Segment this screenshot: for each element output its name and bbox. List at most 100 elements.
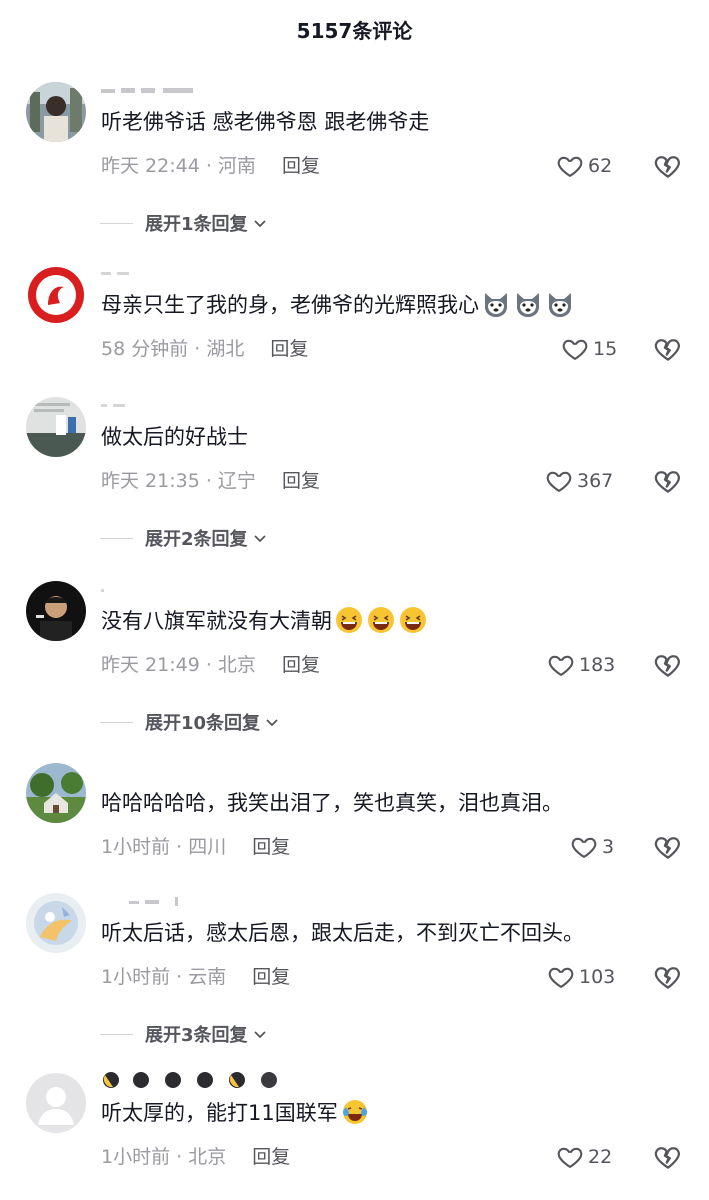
username-blurred[interactable] bbox=[101, 84, 231, 98]
avatar[interactable] bbox=[26, 1073, 86, 1133]
expand-label: 展开1条回复 bbox=[145, 214, 248, 235]
comment-text: 听太厚的，能打11国联军 bbox=[101, 1097, 681, 1129]
comment-text: 母亲只生了我的身，老佛爷的光辉照我心 bbox=[101, 289, 681, 321]
username-blurred[interactable] bbox=[101, 267, 161, 281]
broken-heart-icon[interactable] bbox=[653, 334, 683, 364]
comment-location: 四川 bbox=[188, 836, 227, 858]
reply-button[interactable]: 回复 bbox=[282, 654, 320, 676]
like-count: 367 bbox=[577, 470, 614, 492]
avatar[interactable] bbox=[26, 893, 86, 953]
avatar[interactable] bbox=[26, 265, 86, 325]
broken-heart-icon[interactable] bbox=[653, 151, 683, 181]
comment-time: 1小时前 bbox=[101, 966, 171, 988]
avatar[interactable] bbox=[26, 763, 86, 823]
comment-location: 辽宁 bbox=[217, 470, 256, 492]
meta-separator: · bbox=[170, 1146, 189, 1168]
reply-button[interactable]: 回复 bbox=[282, 470, 320, 492]
comment-location: 北京 bbox=[217, 654, 256, 676]
like-count: 103 bbox=[579, 966, 616, 988]
like-count: 62 bbox=[588, 155, 613, 177]
like-button[interactable]: 22 bbox=[556, 1139, 612, 1175]
broken-heart-icon[interactable] bbox=[653, 650, 683, 680]
reply-button[interactable]: 回复 bbox=[270, 338, 308, 360]
username-blurred[interactable] bbox=[101, 583, 121, 597]
expand-replies-button[interactable]: 展开3条回复 bbox=[100, 1019, 268, 1049]
like-button[interactable]: 62 bbox=[556, 148, 612, 184]
comment-text: 没有八旗军就没有大清朝 bbox=[101, 605, 681, 637]
meta-separator: · bbox=[170, 836, 189, 858]
dog-face-icon bbox=[485, 293, 507, 317]
comments-header-title: 5157条评论 bbox=[296, 19, 413, 43]
comment-location: 云南 bbox=[188, 966, 227, 988]
like-count: 15 bbox=[593, 338, 618, 360]
divider-line bbox=[100, 1033, 133, 1035]
dog-face-icon bbox=[549, 293, 571, 317]
chevron-down-icon bbox=[253, 1031, 266, 1039]
comment-meta: 58 分钟前 · 湖北 回复 bbox=[101, 335, 308, 363]
comment-time: 58 分钟前 bbox=[101, 338, 189, 360]
chevron-down-icon bbox=[253, 535, 266, 543]
like-button[interactable]: 367 bbox=[545, 463, 613, 499]
like-count: 3 bbox=[602, 836, 615, 858]
comment-meta: 昨天 21:35 · 辽宁 回复 bbox=[101, 467, 320, 495]
heart-icon bbox=[546, 471, 572, 492]
heart-icon bbox=[557, 1147, 583, 1168]
chevron-down-icon bbox=[253, 220, 266, 228]
like-button[interactable]: 3 bbox=[570, 829, 614, 865]
like-button[interactable]: 103 bbox=[547, 959, 615, 995]
laughing-face-icon bbox=[400, 607, 426, 633]
like-count: 183 bbox=[579, 654, 616, 676]
comment-meta: 1小时前 · 云南 回复 bbox=[101, 963, 290, 991]
heart-icon bbox=[562, 339, 588, 360]
broken-heart-icon[interactable] bbox=[653, 832, 683, 862]
meta-separator: · bbox=[199, 654, 218, 676]
comment-time: 昨天 21:35 bbox=[101, 470, 200, 492]
comment-text-content: 母亲只生了我的身，老佛爷的光辉照我心 bbox=[101, 293, 479, 317]
comment-text: 哈哈哈哈哈，我笑出泪了，笑也真笑，泪也真泪。 bbox=[101, 791, 563, 815]
like-button[interactable]: 15 bbox=[561, 331, 617, 367]
comment-time: 1小时前 bbox=[101, 836, 171, 858]
reply-button[interactable]: 回复 bbox=[282, 155, 320, 177]
username-blurred[interactable] bbox=[101, 895, 201, 909]
comment-text-content: 没有八旗军就没有大清朝 bbox=[101, 609, 332, 633]
heart-icon bbox=[548, 967, 574, 988]
meta-separator: · bbox=[170, 966, 189, 988]
like-count: 22 bbox=[588, 1146, 613, 1168]
expand-replies-button[interactable]: 展开1条回复 bbox=[100, 208, 268, 238]
comment-text-content: 听太厚的，能打11国联军 bbox=[101, 1101, 338, 1125]
meta-separator: · bbox=[199, 155, 218, 177]
meta-separator: · bbox=[188, 338, 207, 360]
divider-line bbox=[100, 537, 133, 539]
avatar[interactable] bbox=[26, 581, 86, 641]
broken-heart-icon[interactable] bbox=[653, 1142, 683, 1172]
like-button[interactable]: 183 bbox=[547, 647, 615, 683]
expand-replies-button[interactable]: 展开10条回复 bbox=[100, 707, 280, 737]
comment-time: 昨天 22:44 bbox=[101, 155, 200, 177]
broken-heart-icon[interactable] bbox=[653, 466, 683, 496]
avatar[interactable] bbox=[26, 397, 86, 457]
reply-button[interactable]: 回复 bbox=[252, 966, 290, 988]
broken-heart-icon[interactable] bbox=[653, 962, 683, 992]
dog-face-icon bbox=[517, 293, 539, 317]
comment-time: 昨天 21:49 bbox=[101, 654, 200, 676]
avatar[interactable] bbox=[26, 82, 86, 142]
meta-separator: · bbox=[199, 470, 218, 492]
laughing-face-icon bbox=[336, 607, 362, 633]
expand-replies-button[interactable]: 展开2条回复 bbox=[100, 523, 268, 553]
heart-icon bbox=[571, 837, 597, 858]
comment-meta: 1小时前 · 四川 回复 bbox=[101, 833, 290, 861]
chevron-down-icon bbox=[266, 719, 278, 727]
comment-location: 河南 bbox=[217, 155, 256, 177]
comment-text: 做太后的好战士 bbox=[101, 425, 248, 449]
comment-text: 听太后话，感太后恩，跟太后走，不到灭亡不回头。 bbox=[101, 921, 584, 945]
expand-label: 展开2条回复 bbox=[145, 529, 248, 550]
tears-of-joy-icon bbox=[342, 1100, 367, 1124]
reply-button[interactable]: 回复 bbox=[252, 836, 290, 858]
username-blurred[interactable] bbox=[101, 399, 161, 413]
username-emoji-blurred[interactable] bbox=[101, 1069, 301, 1088]
divider-line bbox=[100, 721, 133, 723]
comment-text: 听老佛爷话 感老佛爷恩 跟老佛爷走 bbox=[101, 110, 430, 134]
laughing-face-icon bbox=[368, 607, 394, 633]
reply-button[interactable]: 回复 bbox=[252, 1146, 290, 1168]
divider-line bbox=[100, 222, 133, 224]
